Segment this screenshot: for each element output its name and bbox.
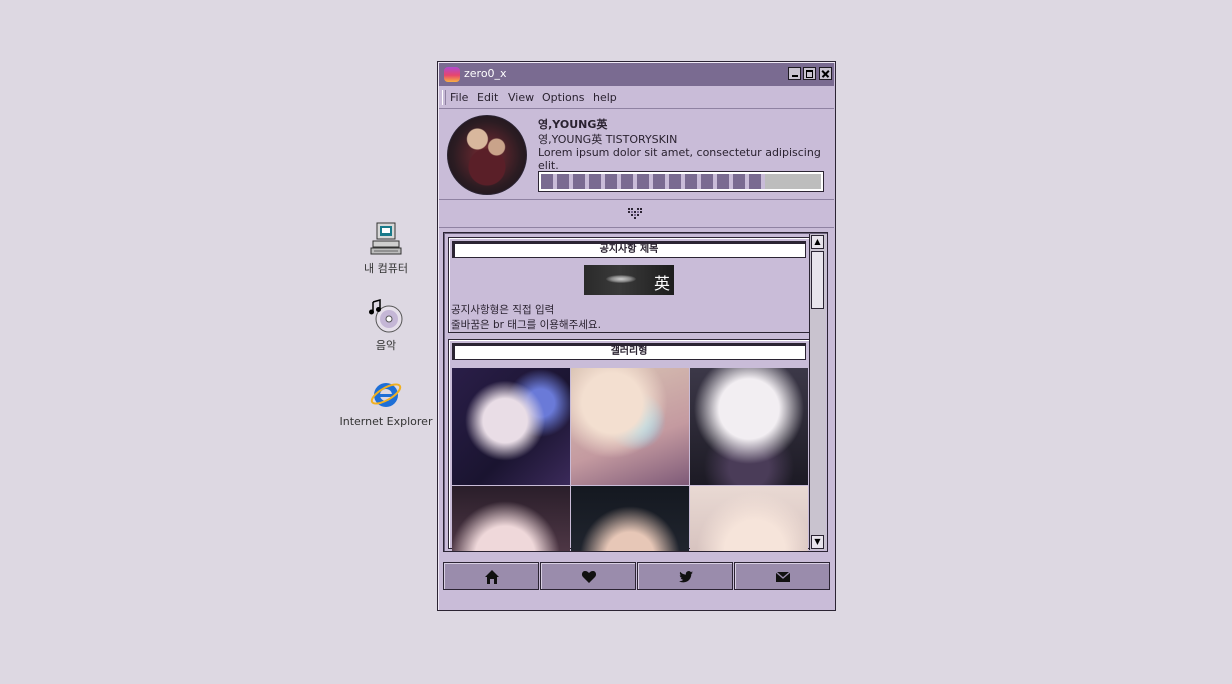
window-title: zero0_x	[464, 67, 507, 80]
heart-icon	[581, 571, 597, 583]
menu-options[interactable]: Options	[542, 91, 584, 104]
notice-image: 英	[584, 265, 674, 295]
progress-fill	[541, 174, 765, 189]
profile-description: Lorem ipsum dolor sit amet, consectetur …	[538, 146, 821, 172]
menu-view[interactable]: View	[508, 91, 534, 104]
title-bar[interactable]: zero0_x	[439, 63, 834, 86]
mail-button[interactable]	[734, 562, 830, 590]
notice-line-1: 공지사항형은 직접 입력	[451, 304, 555, 316]
maximize-button[interactable]	[803, 67, 816, 80]
menu-file[interactable]: File	[450, 91, 468, 104]
notice-title: 공지사항 제목	[452, 241, 806, 258]
gallery-item[interactable]	[452, 368, 570, 485]
gallery-panel: 갤러리형	[448, 339, 810, 551]
profile-name: 영,YOUNG英	[538, 118, 608, 131]
desktop-icon-internet-explorer[interactable]: Internet Explorer	[336, 377, 436, 428]
mail-icon	[775, 571, 791, 582]
profile-subtitle: 영,YOUNG英 TISTORYSKIN	[538, 133, 678, 146]
vertical-scrollbar[interactable]: ▲ ▼	[809, 234, 826, 550]
desktop-icon-music[interactable]: 음악	[336, 299, 436, 353]
desktop-icon-my-computer[interactable]: 내 컴퓨터	[336, 222, 436, 276]
gallery-item[interactable]	[452, 486, 570, 551]
notice-image-glyph: 英	[653, 274, 670, 293]
gallery-item[interactable]	[571, 486, 689, 551]
menu-grip	[442, 90, 446, 105]
instagram-icon	[444, 67, 460, 82]
pixel-heart-icon	[627, 207, 645, 223]
close-button[interactable]	[819, 67, 832, 80]
home-button[interactable]	[443, 562, 539, 590]
scroll-up-button[interactable]: ▲	[811, 235, 824, 249]
avatar	[447, 115, 527, 195]
desktop-icon-label: 내 컴퓨터	[364, 262, 408, 275]
menu-edit[interactable]: Edit	[477, 91, 498, 104]
music-cd-icon	[369, 299, 403, 333]
home-icon	[485, 570, 499, 584]
desktop-icon-label: 음악	[375, 339, 397, 352]
profile-section: 영,YOUNG英 영,YOUNG英 TISTORYSKIN Lorem ipsu…	[439, 109, 834, 200]
heart-button[interactable]	[540, 562, 636, 590]
menu-bar: File Edit View Options help	[439, 87, 834, 109]
gallery-item[interactable]	[571, 368, 689, 485]
footer-nav	[443, 562, 831, 592]
scroll-down-button[interactable]: ▼	[811, 535, 824, 549]
app-window: zero0_x File Edit View Options help 영,YO…	[437, 61, 836, 611]
notice-panel: 공지사항 제목 英 공지사항형은 직접 입력 줄바꿈은 br 태그를 이용해주세…	[448, 237, 810, 333]
notice-body: 공지사항형은 직접 입력 줄바꿈은 br 태그를 이용해주세요.	[451, 303, 601, 333]
notice-line-2: 줄바꿈은 br 태그를 이용해주세요.	[451, 319, 601, 331]
content-area[interactable]: 공지사항 제목 英 공지사항형은 직접 입력 줄바꿈은 br 태그를 이용해주세…	[443, 232, 828, 552]
scroll-thumb[interactable]	[811, 251, 824, 309]
desktop-icon-label: Internet Explorer	[339, 415, 433, 428]
minimize-button[interactable]	[788, 67, 801, 80]
menu-help[interactable]: help	[593, 91, 617, 104]
gallery-title: 갤러리형	[452, 343, 806, 360]
gallery-item[interactable]	[690, 486, 808, 551]
internet-explorer-icon	[369, 377, 403, 411]
heart-divider	[439, 200, 834, 228]
twitter-button[interactable]	[637, 562, 733, 590]
gallery-item[interactable]	[690, 368, 808, 485]
twitter-icon	[679, 571, 693, 583]
my-computer-icon	[369, 222, 403, 256]
progress-bar	[538, 171, 824, 192]
